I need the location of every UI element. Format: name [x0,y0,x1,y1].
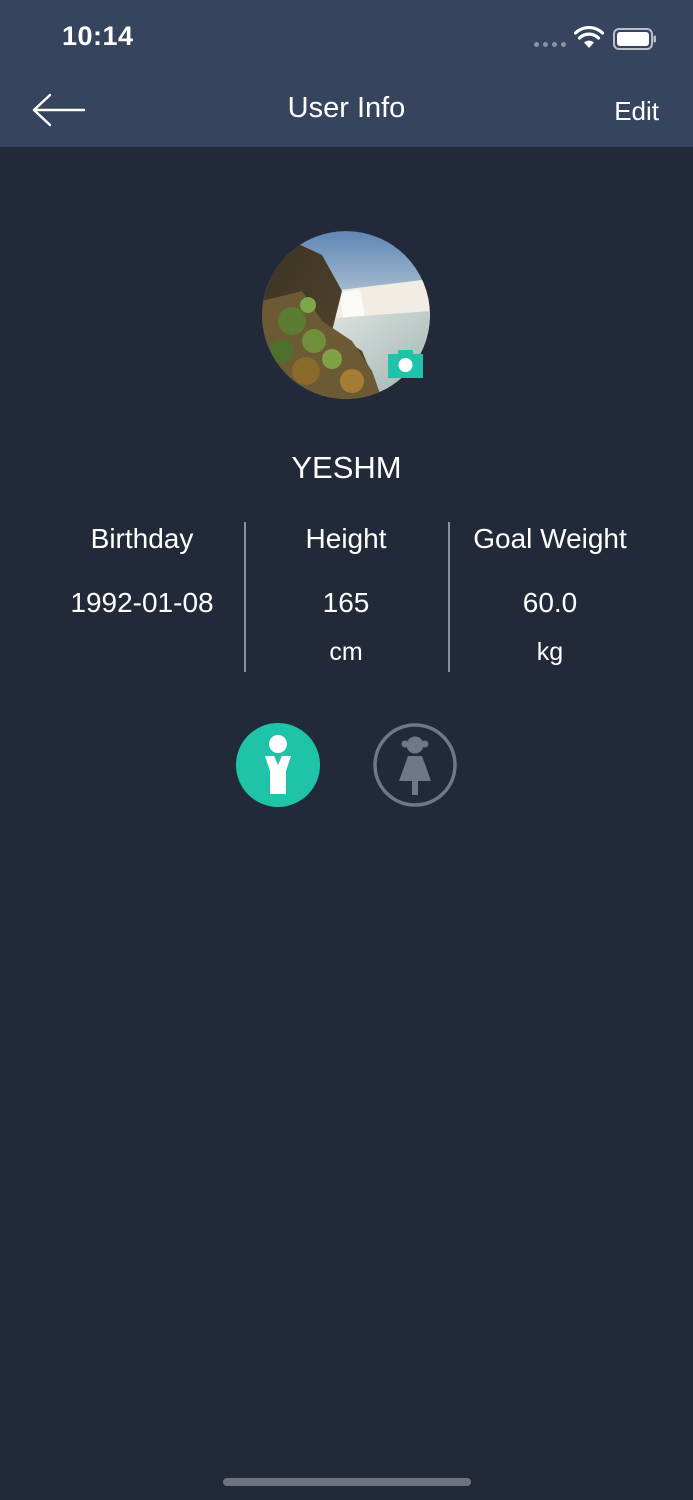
camera-icon[interactable] [388,350,423,378]
stat-goal-weight[interactable]: Goal Weight 60.0 kg [448,520,652,672]
wifi-icon [574,26,604,48]
home-indicator [223,1478,471,1486]
nav-bar: 10:14 User Info Edit [0,0,693,147]
edit-button[interactable]: Edit [614,96,659,127]
stat-unit: cm [329,638,363,666]
stat-value: 1992-01-08 [70,587,214,618]
cellular-signal-icon [534,42,566,48]
page-title: User Info [287,92,406,124]
gender-female-button[interactable] [373,723,457,807]
stat-unit: kg [536,638,564,666]
stat-label: Birthday [90,523,194,554]
stat-label: Height [305,523,387,554]
stat-value: 60.0 [522,587,578,618]
stat-label: Goal Weight [473,523,627,554]
stat-birthday[interactable]: Birthday 1992-01-08 [40,520,244,672]
status-time: 10:14 [62,21,134,51]
avatar-container[interactable] [262,231,430,399]
stat-height[interactable]: Height 165 cm [244,520,448,672]
gender-male-button[interactable] [236,723,320,807]
battery-icon [613,28,656,50]
username: YESHM [291,450,402,485]
stat-value: 165 [322,587,370,618]
female-icon [399,736,431,795]
stats-panel: Birthday 1992-01-08 Height 165 cm Goal W… [40,520,653,672]
